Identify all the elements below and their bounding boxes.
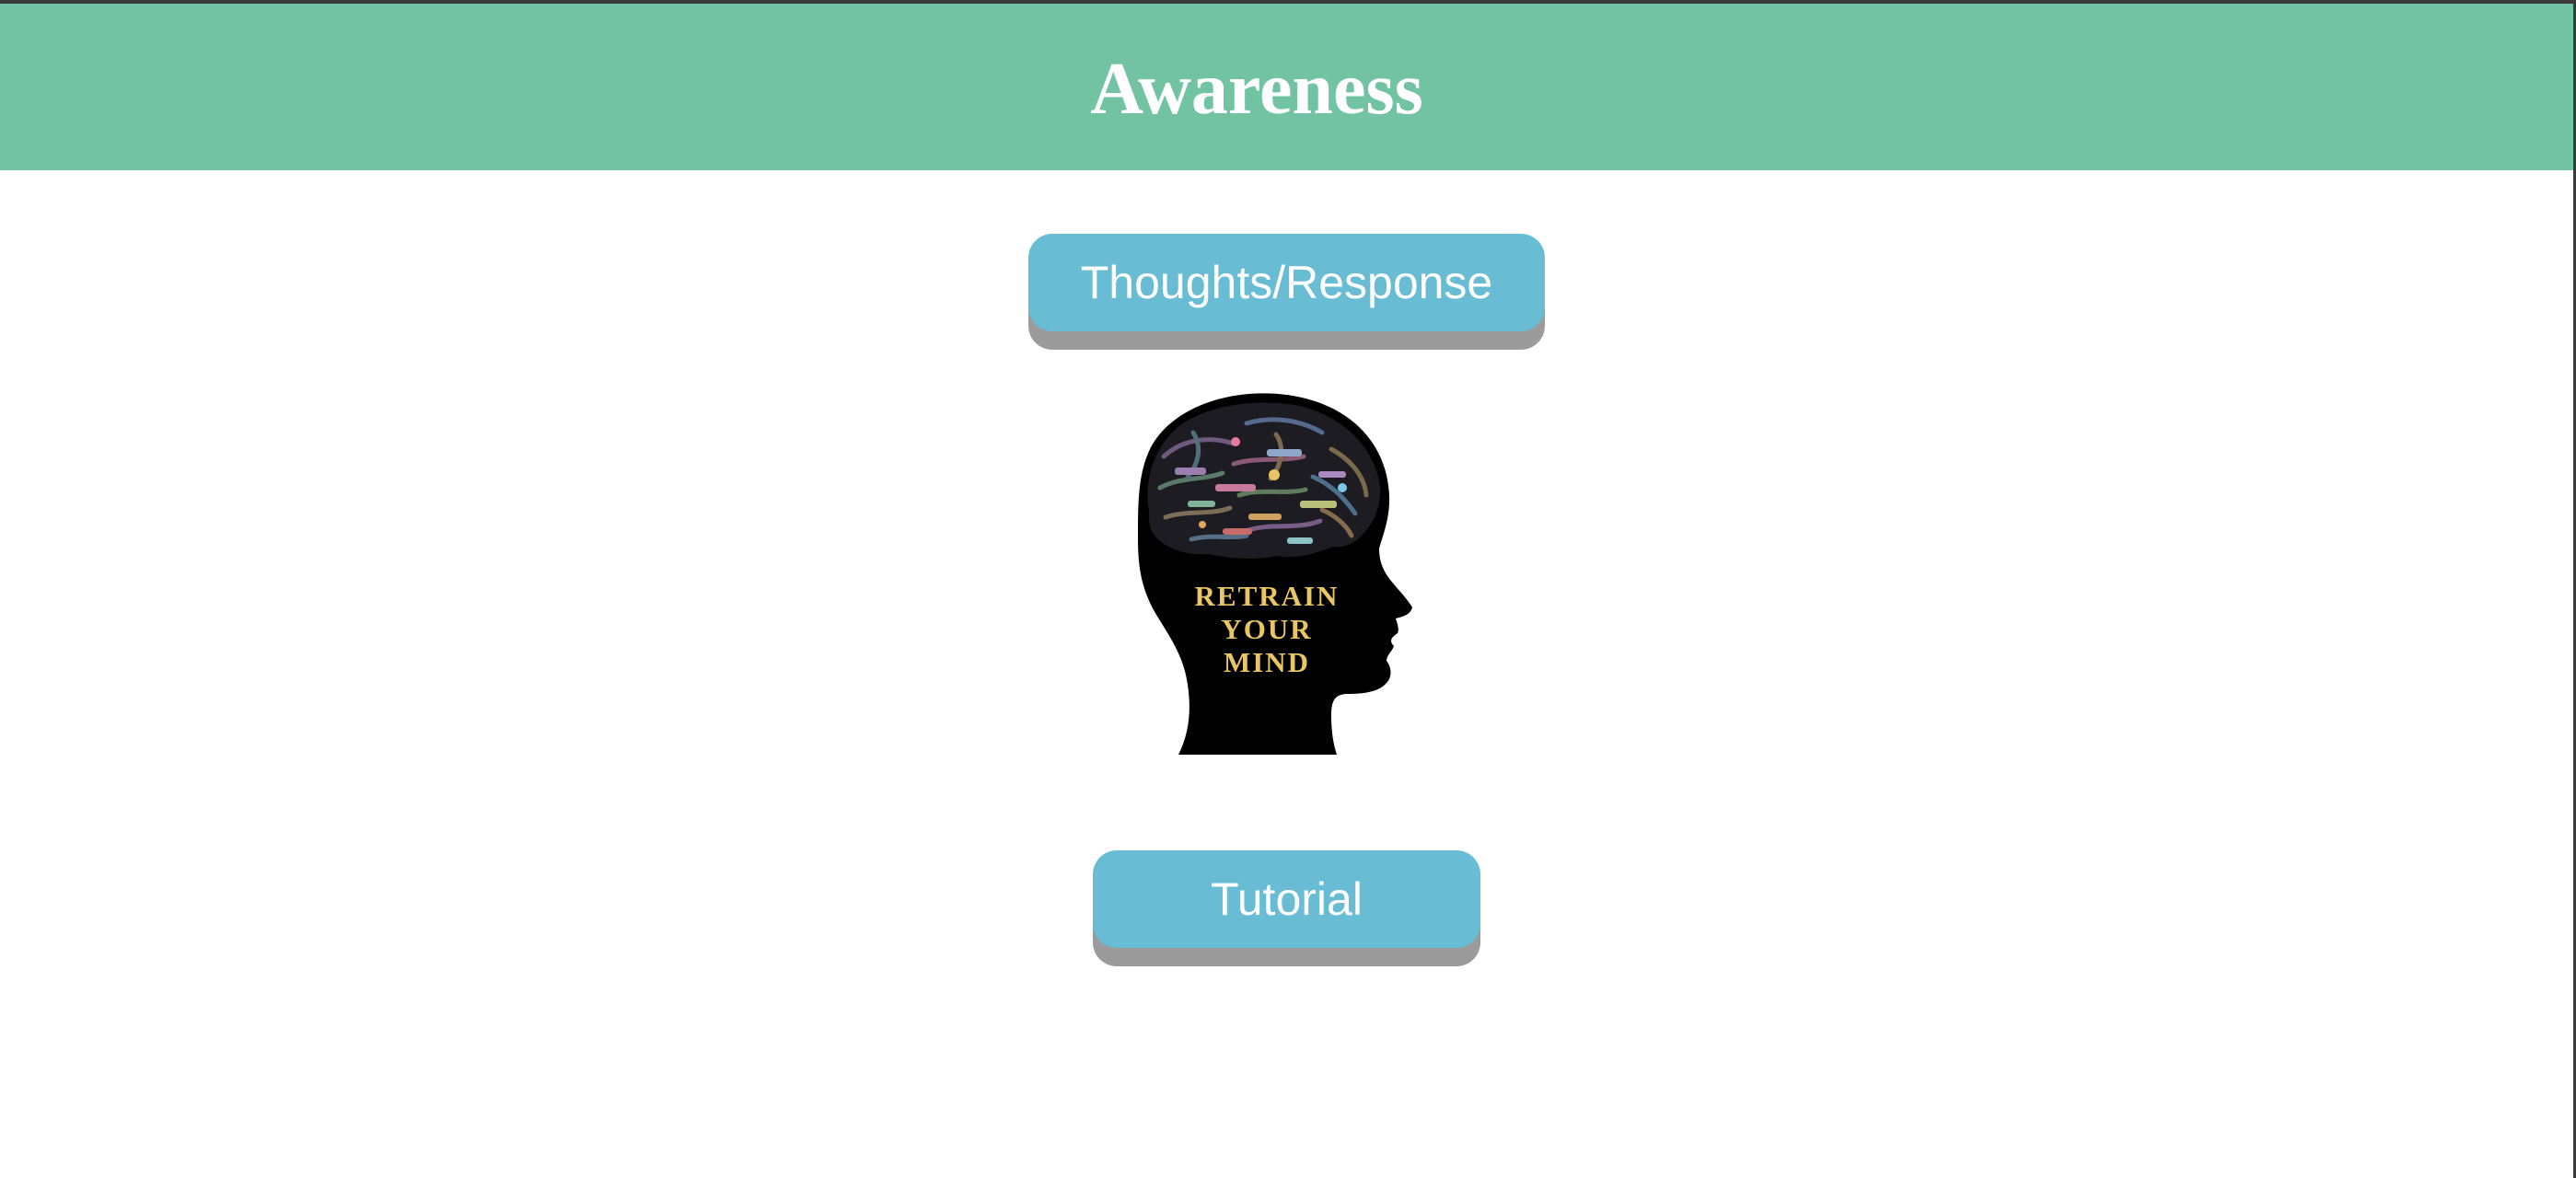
head-silhouette-brain-icon: RETRAIN YOUR MIND — [1138, 392, 1433, 755]
retrain-text-line-2: YOUR — [1221, 613, 1312, 645]
page-title: Awareness — [1090, 49, 1423, 130]
retrain-text-line-3: MIND — [1224, 646, 1310, 678]
retrain-text-line-1: RETRAIN — [1195, 580, 1340, 612]
thoughts-response-button[interactable]: Thoughts/Response — [1028, 234, 1545, 331]
tutorial-button[interactable]: Tutorial — [1093, 850, 1480, 948]
title-wrap: Awareness — [1077, 43, 1436, 135]
header-bar: Awareness — [0, 4, 2573, 170]
app-frame: Awareness Thoughts/Response RETRAIN YOUR… — [0, 0, 2576, 1178]
